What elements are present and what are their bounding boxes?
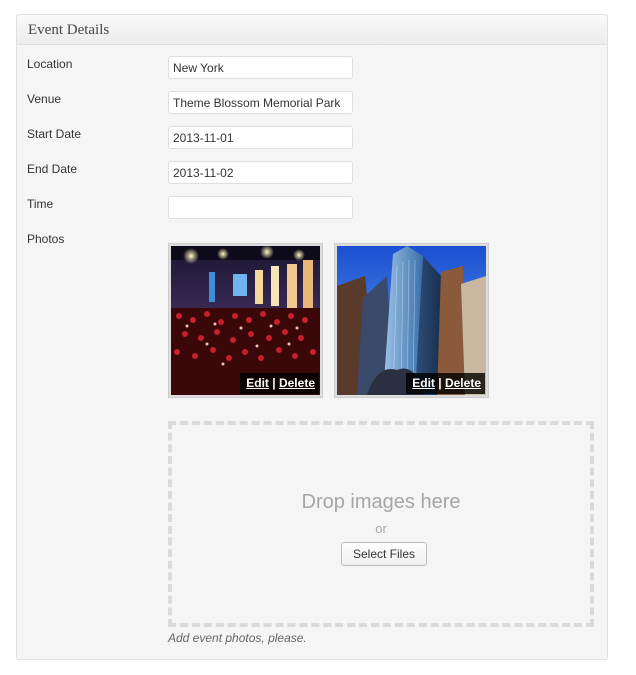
photo-action-separator: | <box>438 376 442 390</box>
start-date-input[interactable] <box>168 126 353 149</box>
start-date-label: Start Date <box>27 127 82 141</box>
event-details-box: Event Details Location Venue Start Date … <box>16 14 608 660</box>
image-dropzone[interactable]: Drop images here or Select Files <box>168 421 594 627</box>
time-label: Time <box>27 197 54 211</box>
select-files-button[interactable]: Select Files <box>341 542 427 566</box>
photo-delete-link[interactable]: Delete <box>279 376 315 390</box>
photo-thumbnail-concert: Edit | Delete <box>168 243 323 398</box>
photo-delete-link[interactable]: Delete <box>445 376 481 390</box>
photo-edit-link[interactable]: Edit <box>246 376 269 390</box>
photo-action-separator: | <box>272 376 276 390</box>
photos-hint: Add event photos, please. <box>168 631 307 645</box>
photos-label: Photos <box>27 232 65 246</box>
time-input[interactable] <box>168 196 353 219</box>
venue-input[interactable] <box>168 91 353 114</box>
box-header: Event Details <box>17 15 607 45</box>
location-input[interactable] <box>168 56 353 79</box>
dropzone-title: Drop images here <box>301 491 461 513</box>
photo-thumbnail-skyscrapers: Edit | Delete <box>334 243 489 398</box>
end-date-label: End Date <box>27 162 78 176</box>
location-label: Location <box>27 57 73 71</box>
venue-label: Venue <box>27 92 62 106</box>
photo-edit-link[interactable]: Edit <box>412 376 435 390</box>
photo-actions: Edit | Delete <box>240 373 319 394</box>
photo-actions: Edit | Delete <box>406 373 485 394</box>
box-title: Event Details <box>28 22 110 38</box>
end-date-input[interactable] <box>168 161 353 184</box>
dropzone-or: or <box>375 521 387 536</box>
